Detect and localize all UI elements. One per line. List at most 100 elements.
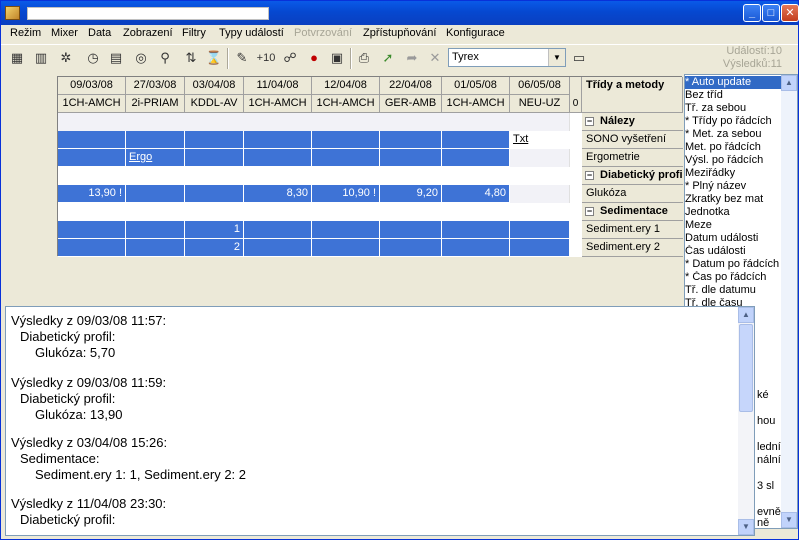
scroll-up-icon[interactable]: ▲ xyxy=(781,75,797,91)
grid-cell[interactable] xyxy=(380,221,442,239)
grid-cell[interactable] xyxy=(126,131,185,149)
option-datum-udalosti[interactable]: Datum události xyxy=(685,232,783,245)
option-partial[interactable]: hou xyxy=(757,415,783,428)
grid-cell[interactable] xyxy=(58,239,126,257)
category-diabeticky-profil[interactable]: − Diabetický profil xyxy=(582,167,683,185)
grid-cell[interactable] xyxy=(244,239,312,257)
option-cas-udalosti[interactable]: Čas události xyxy=(685,245,783,258)
grid-cell[interactable] xyxy=(442,131,510,149)
scroll-thumb[interactable] xyxy=(739,324,753,412)
grid-cell[interactable] xyxy=(442,149,510,167)
minimize-button[interactable]: _ xyxy=(743,4,761,22)
grid-cell[interactable] xyxy=(380,149,442,167)
grid-cell[interactable] xyxy=(312,221,380,239)
option-meze[interactable]: Meze xyxy=(685,219,783,232)
grid-cell[interactable] xyxy=(312,131,380,149)
option-datum-po-radcich[interactable]: * Datum po řádcích xyxy=(685,258,783,271)
grid-cell[interactable] xyxy=(58,131,126,149)
sediment-ery-1-value[interactable]: 1 xyxy=(185,221,244,239)
category-sedimentace[interactable]: − Sedimentace xyxy=(582,203,683,221)
results-scrollbar[interactable]: ▲ ▼ xyxy=(738,307,754,535)
grid-cell[interactable] xyxy=(442,239,510,257)
results-text-panel[interactable]: Výsledky z 09/03/08 11:57: Diabetický pr… xyxy=(5,306,755,536)
collapse-icon[interactable]: − xyxy=(585,207,594,216)
grid-cell[interactable] xyxy=(312,239,380,257)
scroll-down-icon[interactable]: ▼ xyxy=(781,512,797,528)
method-ergometrie[interactable]: Ergometrie xyxy=(582,149,683,167)
grid-cell[interactable] xyxy=(380,239,442,257)
option-met-za-sebou[interactable]: * Met. za sebou xyxy=(685,128,783,141)
menu-mixer[interactable]: Mixer xyxy=(51,27,78,40)
collapse-icon[interactable]: − xyxy=(585,171,594,180)
glukoza-value[interactable]: 13,90 ! xyxy=(58,185,126,203)
method-sono[interactable]: SONO vyšetření xyxy=(582,131,683,149)
glukoza-value[interactable]: 4,80 xyxy=(442,185,510,203)
grid-cell[interactable] xyxy=(185,149,244,167)
collapse-icon[interactable]: − xyxy=(585,117,594,126)
document-icon[interactable]: ▤ xyxy=(106,48,126,68)
menu-filtry[interactable]: Filtry xyxy=(182,27,206,40)
sediment-ery-2-value[interactable]: 2 xyxy=(185,239,244,257)
grid-cell[interactable] xyxy=(126,239,185,257)
grid-cell[interactable]: Txt xyxy=(510,131,570,149)
option-zkratky-bez-mat[interactable]: Zkratky bez mat xyxy=(685,193,783,206)
method-sediment-ery-2[interactable]: Sediment.ery 2 xyxy=(582,239,683,257)
glukoza-value[interactable] xyxy=(126,185,185,203)
date-header[interactable]: 27/03/08 xyxy=(126,77,185,95)
option-partial[interactable]: 3 sl xyxy=(757,480,783,493)
group-icon[interactable]: ☍ xyxy=(280,48,300,68)
menu-zobrazeni[interactable]: Zobrazení xyxy=(123,27,173,40)
glukoza-value[interactable]: 10,90 ! xyxy=(312,185,380,203)
grid-cell[interactable] xyxy=(244,149,312,167)
sort-icon[interactable]: ⇅ xyxy=(181,48,201,68)
txt-link[interactable]: Txt xyxy=(510,133,528,145)
grid-cell[interactable]: Ergo xyxy=(126,149,185,167)
glukoza-value[interactable]: 8,30 xyxy=(244,185,312,203)
menu-konfigurace[interactable]: Konfigurace xyxy=(446,27,505,40)
ergo-link[interactable]: Ergo xyxy=(126,151,152,163)
hourglass-icon[interactable]: ⌛ xyxy=(204,48,224,68)
category-nalezy[interactable]: − Nálezy xyxy=(582,113,683,131)
scroll-down-icon[interactable]: ▼ xyxy=(738,519,754,535)
grid-cell[interactable] xyxy=(510,239,570,257)
date-header[interactable]: 06/05/08 xyxy=(510,77,570,95)
grid-cell[interactable] xyxy=(510,221,570,239)
menu-zpristupnovani[interactable]: Zpřístupňování xyxy=(363,27,436,40)
export-icon[interactable]: ➚ xyxy=(378,48,398,68)
menu-rezim[interactable]: Režim xyxy=(10,27,41,40)
glukoza-value[interactable]: 9,20 xyxy=(380,185,442,203)
option-partial[interactable]: nální xyxy=(757,454,783,467)
calendar-icon[interactable]: ▣ xyxy=(327,48,347,68)
chart-icon[interactable]: ▥ xyxy=(31,48,51,68)
grid-cell[interactable] xyxy=(185,131,244,149)
hierarchy-icon[interactable]: ✲ xyxy=(56,48,76,68)
grid-cell[interactable] xyxy=(244,221,312,239)
grid-cell[interactable] xyxy=(58,221,126,239)
chevron-down-icon[interactable]: ▼ xyxy=(548,49,565,66)
option-jednotka[interactable]: Jednotka xyxy=(685,206,783,219)
scroll-up-icon[interactable]: ▲ xyxy=(738,307,754,323)
option-partial[interactable]: ně xyxy=(757,517,783,528)
method-sediment-ery-1[interactable]: Sediment.ery 1 xyxy=(582,221,683,239)
option-bez-trid[interactable]: Bez tříd xyxy=(685,89,783,102)
filter-icon[interactable]: ⚲ xyxy=(155,48,175,68)
patient-combo[interactable]: Tyrex ▼ xyxy=(448,48,566,67)
option-meziradky[interactable]: Meziřádky xyxy=(685,167,783,180)
option-partial[interactable]: lední xyxy=(757,441,783,454)
option-cas-po-radcich[interactable]: * Čas po řádcích xyxy=(685,271,783,284)
date-header[interactable]: 09/03/08 xyxy=(58,77,126,95)
grid-cell[interactable] xyxy=(510,149,570,167)
date-header[interactable]: 22/04/08 xyxy=(380,77,442,95)
clock-icon[interactable]: ◷ xyxy=(83,48,103,68)
option-auto-update[interactable]: * Auto update xyxy=(685,76,783,89)
glukoza-value[interactable] xyxy=(185,185,244,203)
close-button[interactable]: ✕ xyxy=(781,4,799,22)
grid-cell[interactable] xyxy=(510,185,570,203)
date-header[interactable]: 11/04/08 xyxy=(244,77,312,95)
grid-cell[interactable] xyxy=(312,149,380,167)
grid-cell[interactable] xyxy=(58,149,126,167)
window-icon[interactable]: ▭ xyxy=(569,48,589,68)
grid-view-icon[interactable]: ▦ xyxy=(7,48,27,68)
option-met-po-radcich[interactable]: Met. po řádcích xyxy=(685,141,783,154)
print-icon[interactable]: ⎙ xyxy=(354,48,374,68)
